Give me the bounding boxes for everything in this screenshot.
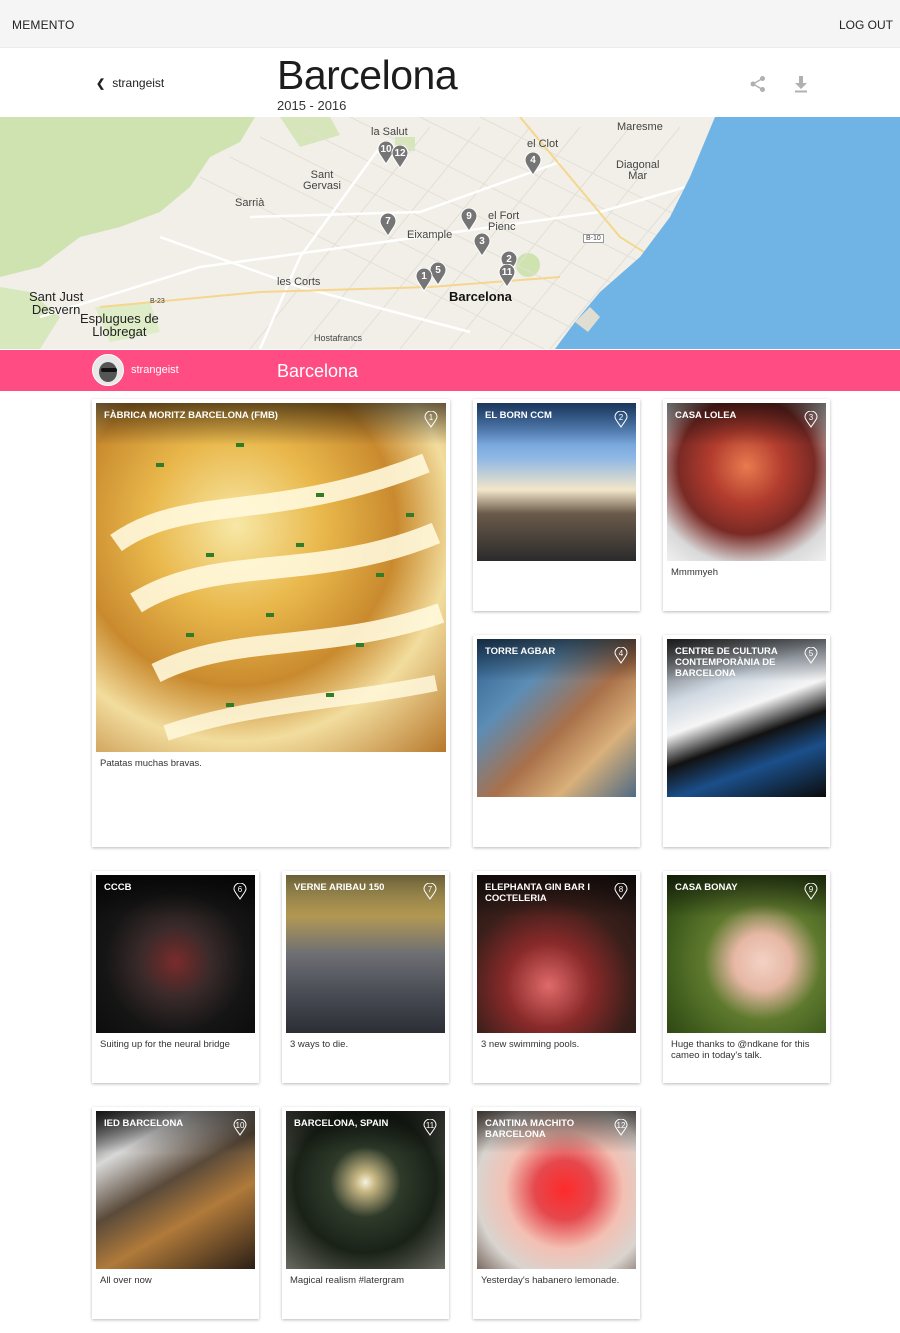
map-label-la-salut: la Salut — [371, 126, 408, 138]
place-name: TORRE AGBAR — [485, 646, 556, 657]
moment-card[interactable]: CASA BONAY 9 Huge thanks to @ndkane for … — [663, 871, 830, 1083]
moment-photo: FÀBRICA MORITZ BARCELONA (FMB) 1 — [96, 403, 446, 752]
map-label-hostafrancs: Hostafrancs — [314, 333, 363, 343]
back-link-label: strangeist — [112, 76, 165, 90]
map-label-eixample: Eixample — [407, 229, 453, 241]
pin-badge-icon: 7 — [423, 882, 437, 900]
place-name: CANTINA MACHITO BARCELONA — [485, 1118, 575, 1140]
pin-badge-icon: 3 — [804, 410, 818, 428]
trip-years: 2015 - 2016 — [277, 98, 347, 113]
avatar[interactable] — [92, 354, 124, 386]
place-name: CCCB — [104, 882, 132, 893]
moment-photo: EL BORN CCM 2 — [477, 403, 636, 561]
map-label-les-corts: les Corts — [277, 276, 321, 288]
photo-illustration — [110, 443, 445, 741]
trip-map[interactable]: la Salut el Clot Maresme Diagonal Mar Sa… — [0, 117, 900, 349]
app-brand[interactable]: MEMENTO — [12, 18, 75, 32]
place-name: CASA LOLEA — [675, 410, 737, 421]
trip-title-bar: strangeist Barcelona — [0, 350, 900, 391]
chevron-left-icon: ❮ — [96, 77, 106, 90]
moment-photo: CCCB 6 — [96, 875, 255, 1033]
moment-caption: Yesterday's habanero lemonade. — [481, 1275, 620, 1286]
pin-badge-icon: 1 — [424, 410, 438, 428]
map-pin[interactable]: 4 — [524, 152, 542, 176]
pin-badge-icon: 10 — [233, 1118, 247, 1136]
moment-caption: Mmmmyeh — [671, 567, 718, 578]
map-road-b10: B-10 — [583, 234, 604, 243]
moment-caption: All over now — [100, 1275, 152, 1286]
avatar-face — [99, 362, 117, 382]
map-label-sant-gervasi: Sant Gervasi — [303, 169, 341, 192]
moment-photo: CENTRE DE CULTURA CONTEMPORÀNIA DE BARCE… — [667, 639, 826, 797]
back-link[interactable]: ❮ strangeist — [96, 76, 164, 90]
share-icon[interactable] — [749, 75, 767, 98]
map-label-sarria: Sarrià — [235, 197, 265, 209]
map-label-el-clot: el Clot — [527, 138, 559, 150]
place-name: IED BARCELONA — [104, 1118, 184, 1129]
moment-card[interactable]: FÀBRICA MORITZ BARCELONA (FMB) 1 Patatas… — [92, 399, 450, 847]
place-name: VERNE ARIBAU 150 — [294, 882, 385, 893]
moment-card[interactable]: IED BARCELONA 10 All over now — [92, 1107, 259, 1319]
place-name: EL BORN CCM — [485, 410, 552, 421]
moment-photo: CASA BONAY 9 — [667, 875, 826, 1033]
moment-photo: IED BARCELONA 10 — [96, 1111, 255, 1269]
pin-badge-icon: 4 — [614, 646, 628, 664]
moment-caption: Patatas muchas bravas. — [100, 758, 202, 769]
pin-badge-icon: 6 — [233, 882, 247, 900]
moment-card[interactable]: CANTINA MACHITO BARCELONA 12 Yesterday's… — [473, 1107, 640, 1319]
place-name: BARCELONA, SPAIN — [294, 1118, 389, 1129]
moment-photo: ELEPHANTA GIN BAR I COCTELERIA 8 — [477, 875, 636, 1033]
map-pin[interactable]: 1 — [415, 268, 433, 292]
moment-caption: Magical realism #latergram — [290, 1275, 405, 1286]
map-label-esplugues: Esplugues de Llobregat — [80, 311, 159, 339]
moment-photo: VERNE ARIBAU 150 7 — [286, 875, 445, 1033]
map-pin[interactable]: 7 — [379, 213, 397, 237]
map-pin[interactable]: 11 — [498, 264, 516, 288]
moment-card[interactable]: ELEPHANTA GIN BAR I COCTELERIA 8 3 new s… — [473, 871, 640, 1083]
map-label-barcelona: Barcelona — [449, 289, 512, 304]
pin-badge-icon: 5 — [804, 646, 818, 664]
moment-photo: BARCELONA, SPAIN 11 — [286, 1111, 445, 1269]
pin-badge-icon: 11 — [423, 1118, 437, 1136]
pin-badge-icon: 2 — [614, 410, 628, 428]
pin-badge-icon: 8 — [614, 882, 628, 900]
trip-header: ❮ strangeist Barcelona 2015 - 2016 — [0, 48, 900, 117]
username-link[interactable]: strangeist — [131, 364, 179, 376]
moment-photo: CANTINA MACHITO BARCELONA 12 — [477, 1111, 636, 1269]
moment-caption: 3 ways to die. — [290, 1039, 349, 1050]
map-label-sant-just: Sant Just Desvern — [29, 289, 84, 317]
moment-caption: 3 new swimming pools. — [481, 1039, 580, 1050]
moment-card[interactable]: VERNE ARIBAU 150 7 3 ways to die. — [282, 871, 449, 1083]
place-name: ELEPHANTA GIN BAR I COCTELERIA — [485, 882, 591, 904]
place-name: FÀBRICA MORITZ BARCELONA (FMB) — [104, 410, 278, 421]
page-title: Barcelona — [277, 52, 458, 98]
logout-link[interactable]: LOG OUT — [839, 18, 893, 32]
moment-caption: Suiting up for the neural bridge — [100, 1039, 230, 1050]
moment-card[interactable]: TORRE AGBAR 4 — [473, 635, 640, 847]
trip-title: Barcelona — [277, 361, 359, 381]
download-icon[interactable] — [793, 75, 809, 98]
pin-badge-icon: 12 — [614, 1118, 628, 1136]
moment-caption: Huge thanks to @ndkane for this cameo in… — [671, 1039, 810, 1061]
pin-badge-icon: 9 — [804, 882, 818, 900]
map-label-el-fort-pienc: el Fort Pienc — [488, 210, 520, 233]
moment-card[interactable]: CENTRE DE CULTURA CONTEMPORÀNIA DE BARCE… — [663, 635, 830, 847]
map-pin[interactable]: 3 — [473, 233, 491, 257]
map-label-maresme: Maresme — [617, 121, 663, 133]
map-pin[interactable]: 12 — [391, 145, 409, 169]
moment-card[interactable]: EL BORN CCM 2 — [473, 399, 640, 611]
top-bar: MEMENTO LOG OUT — [0, 0, 900, 48]
place-name: CENTRE DE CULTURA CONTEMPORÀNIA DE BARCE… — [675, 646, 778, 679]
map-road-b23: B-23 — [150, 298, 165, 305]
map-label-diagonal-mar: Diagonal Mar — [616, 159, 660, 182]
avatar-glasses — [101, 368, 117, 372]
moment-photo: TORRE AGBAR 4 — [477, 639, 636, 797]
map-pin[interactable]: 9 — [460, 208, 478, 232]
moment-card[interactable]: BARCELONA, SPAIN 11 Magical realism #lat… — [282, 1107, 449, 1319]
moment-card[interactable]: CASA LOLEA 3 Mmmmyeh — [663, 399, 830, 611]
moment-photo: CASA LOLEA 3 — [667, 403, 826, 561]
place-name: CASA BONAY — [675, 882, 738, 893]
moment-card[interactable]: CCCB 6 Suiting up for the neural bridge — [92, 871, 259, 1083]
